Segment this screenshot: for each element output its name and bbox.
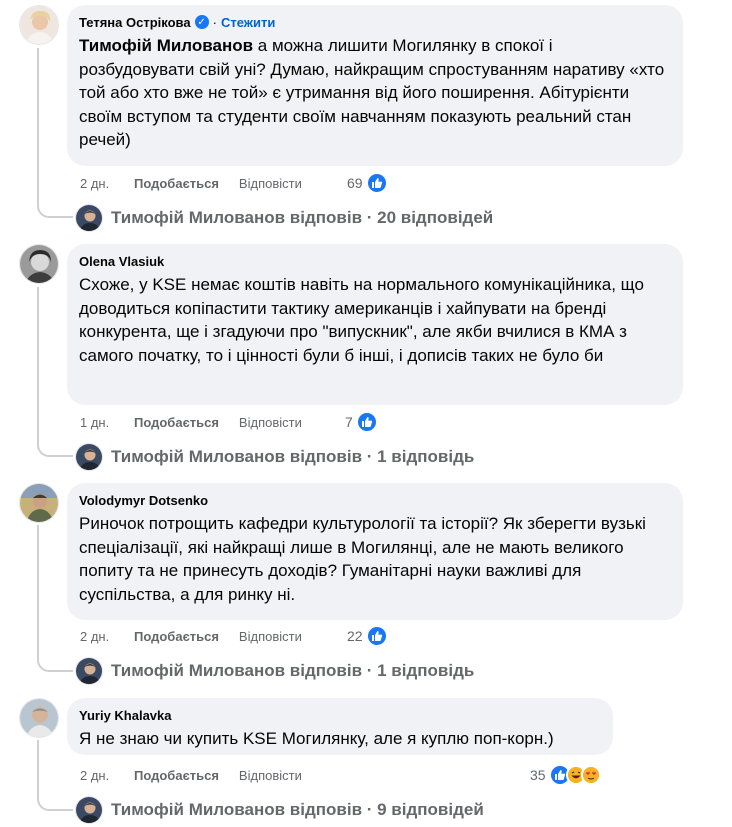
thread-connector [37,430,73,457]
view-replies-button[interactable]: Тимофій Милованов відповів · 9 відповіде… [75,795,484,825]
thread-connector [37,783,73,811]
thread-connector [37,190,73,218]
separator-dot: · [212,14,217,30]
comment-body: Я не знаю чи купить KSE Могилянку, але я… [79,729,554,748]
comment-actions: 2 дн. Подобається Відповісти [80,765,302,785]
view-replies-button[interactable]: Тимофій Милованов відповів · 1 відповідь [75,656,474,686]
reaction-count: 69 [347,175,363,191]
comment-bubble: Тетяна Острікова ✓ · Стежити Тимофій Мил… [67,5,683,166]
comment-time[interactable]: 2 дн. [80,629,134,644]
replies-summary: Тимофій Милованов відповів · 1 відповідь [111,447,475,466]
reaction-summary[interactable]: 69 [347,172,388,194]
replier-avatar [75,443,103,471]
comment-bubble: Yuriy Khalavka Я не знаю чи купить KSE М… [67,698,613,755]
thumbs-up-icon [355,411,378,433]
reaction-count: 7 [345,414,353,430]
comment-text: Тимофій Милованов а можна лишити Могилян… [79,34,671,152]
comment-author[interactable]: Yuriy Khalavka [79,708,172,723]
replier-avatar [75,796,103,824]
comment-bubble: Volodymyr Dotsenko Риночок потрощить каф… [67,483,683,620]
thread-connector [37,644,73,672]
comment-body: Риночок потрощить кафедри культурології … [79,514,646,604]
comment-author[interactable]: Olena Vlasiuk [79,254,164,269]
reaction-summary[interactable]: 22 [347,625,388,647]
thread-line [37,525,39,652]
reaction-count: 22 [347,628,363,644]
replier-avatar [75,657,103,685]
like-button[interactable]: Подобається [134,415,219,430]
comment-body: Схоже, у KSE немає коштів навіть на норм… [79,275,644,365]
thread-line [37,48,39,198]
comment-actions: 2 дн. Подобається Відповісти [80,173,302,193]
comment-time[interactable]: 1 дн. [80,415,134,430]
view-replies-button[interactable]: Тимофій Милованов відповів · 20 відповід… [75,203,493,233]
reply-button[interactable]: Відповісти [239,768,302,783]
comment-author[interactable]: Тетяна Острікова [79,15,191,30]
reaction-count: 35 [530,767,546,783]
comment-time[interactable]: 2 дн. [80,176,134,191]
avatar[interactable] [19,5,59,45]
avatar[interactable] [19,244,59,284]
reply-button[interactable]: Відповісти [239,176,302,191]
comment-time[interactable]: 2 дн. [80,768,134,783]
comment-bubble: Olena Vlasiuk Схоже, у KSE немає коштів … [67,244,683,405]
comment-actions: 1 дн. Подобається Відповісти [80,412,302,432]
thread-line [37,287,39,437]
replies-summary: Тимофій Милованов відповів · 1 відповідь [111,661,475,680]
replies-summary: Тимофій Милованов відповів · 9 відповіде… [111,800,484,819]
view-replies-button[interactable]: Тимофій Милованов відповів · 1 відповідь [75,442,474,472]
thumbs-up-icon [365,625,388,647]
heart-face-icon [580,765,601,785]
reaction-summary[interactable]: 35 [530,764,601,786]
comment-author[interactable]: Volodymyr Dotsenko [79,493,208,508]
replier-avatar [75,204,103,232]
like-button[interactable]: Подобається [134,629,219,644]
reply-button[interactable]: Відповісти [239,629,302,644]
mention-link[interactable]: Тимофій Милованов [79,36,253,55]
like-button[interactable]: Подобається [134,768,219,783]
replies-summary: Тимофій Милованов відповів · 20 відповід… [111,208,494,227]
avatar[interactable] [19,483,59,523]
like-button[interactable]: Подобається [134,176,219,191]
follow-link[interactable]: Стежити [221,15,275,30]
avatar[interactable] [19,698,59,738]
comment-actions: 2 дн. Подобається Відповісти [80,626,302,646]
reaction-summary[interactable]: 7 [345,411,378,433]
thumbs-up-icon [365,172,388,194]
verified-badge-icon: ✓ [194,15,209,29]
reply-button[interactable]: Відповісти [239,415,302,430]
